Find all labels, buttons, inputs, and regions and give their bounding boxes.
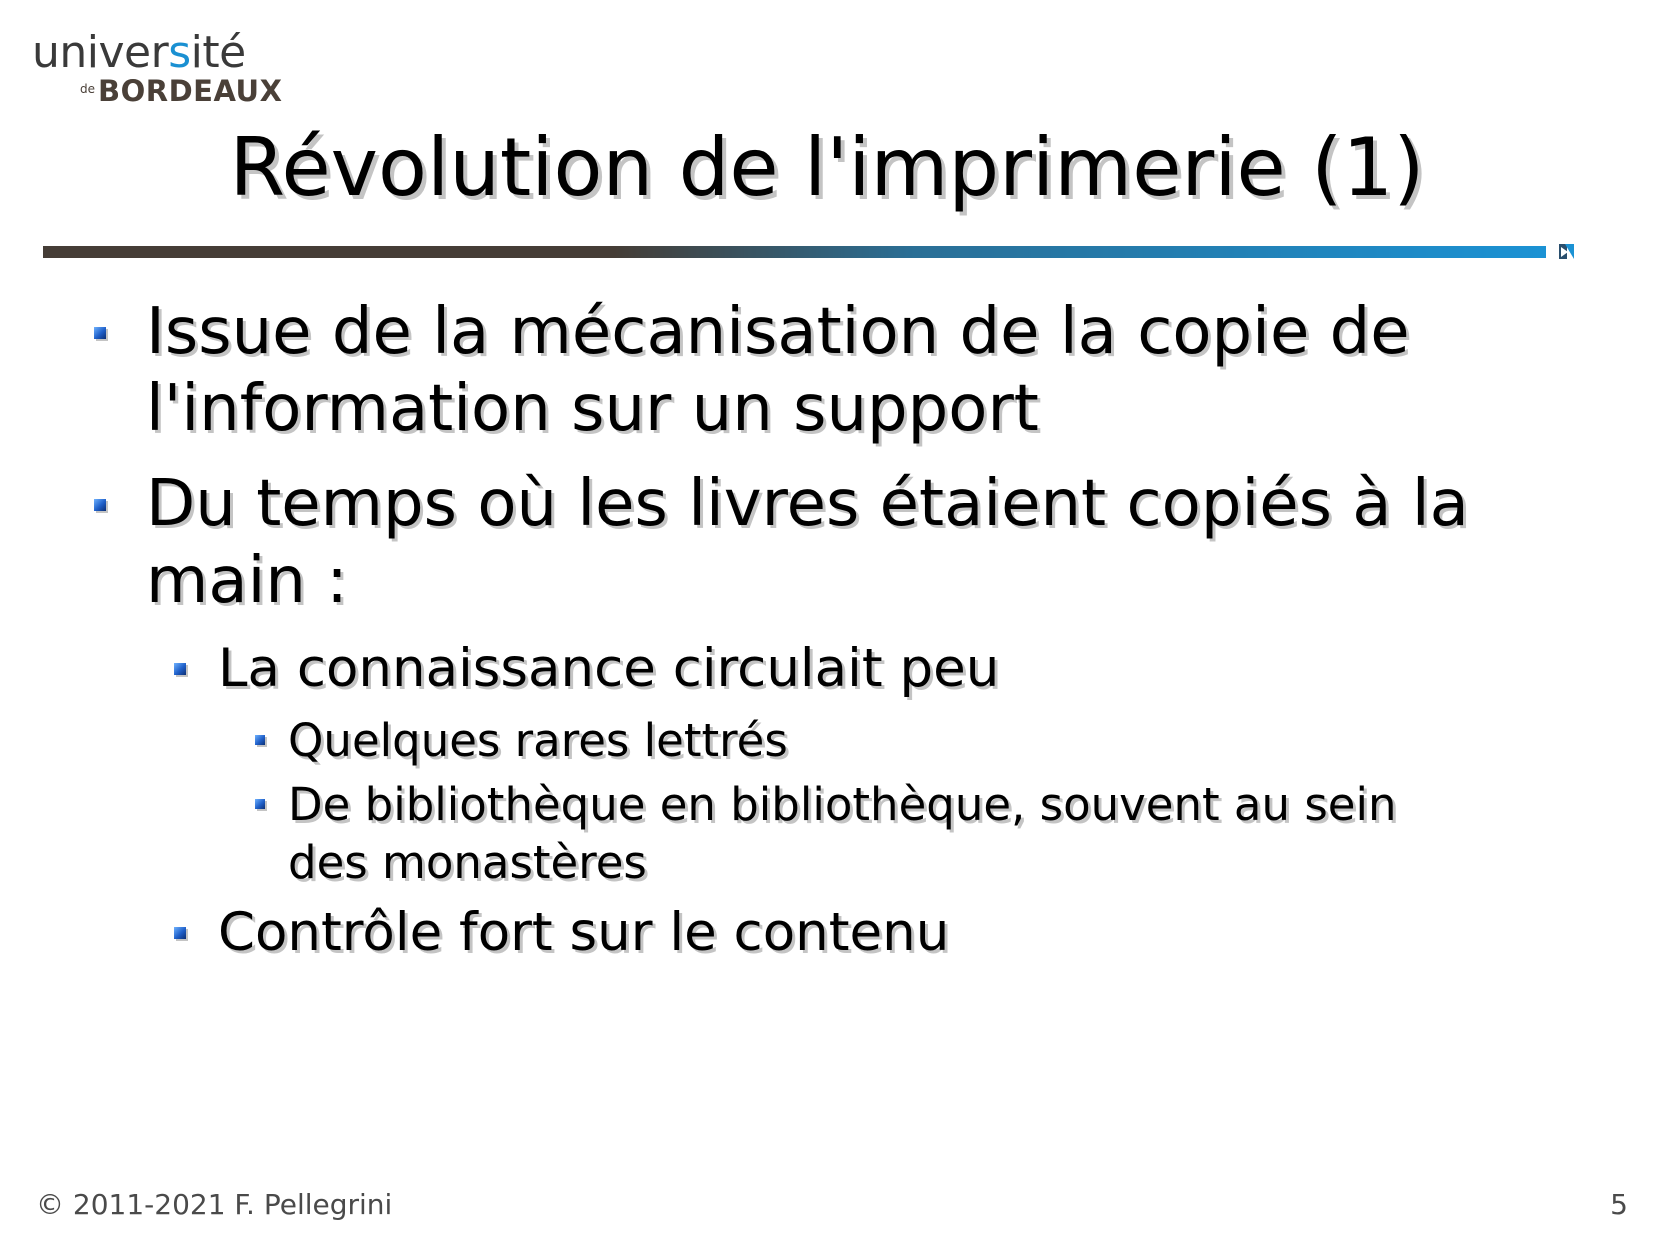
bullet-icon	[174, 927, 186, 939]
bullet-level3-line: De bibliothèque en bibliothèque, souvent…	[288, 778, 1397, 831]
bullet-icon	[255, 735, 265, 745]
bullet-level1-line: main :	[146, 544, 348, 618]
universite-bordeaux-logo: université de BORDEAUX	[32, 27, 283, 109]
logo-wordmark-universite: université	[32, 27, 246, 78]
bullet-level3-line: des monastères	[288, 836, 647, 889]
slide-title: Révolution de l'imprimerie (1)	[229, 121, 1425, 214]
bullet-icon	[174, 663, 186, 675]
logo-de: de	[80, 82, 95, 96]
bullet-level1-line: Du temps où les livres étaient copiés à …	[146, 467, 1469, 541]
page-number: 5	[1610, 1188, 1628, 1221]
bullet-icon	[94, 499, 106, 511]
bullet-level1-line: l'information sur un support	[146, 372, 1039, 446]
bullet-level1-line: Issue de la mécanisation de la copie de	[146, 295, 1410, 369]
title-divider	[43, 246, 1546, 258]
bullet-icon	[255, 799, 265, 809]
logo-wordmark-bordeaux: BORDEAUX	[98, 74, 283, 108]
bullet-level2-line: Contrôle fort sur le contenu	[218, 902, 950, 963]
bullet-level2-line: La connaissance circulait peu	[218, 638, 1000, 699]
bullet-icon	[94, 327, 106, 339]
footer-copyright: © 2011-2021 F. Pellegrini	[36, 1188, 393, 1221]
bullet-level3-line: Quelques rares lettrés	[288, 714, 788, 767]
corner-mark-icon	[1559, 244, 1574, 259]
